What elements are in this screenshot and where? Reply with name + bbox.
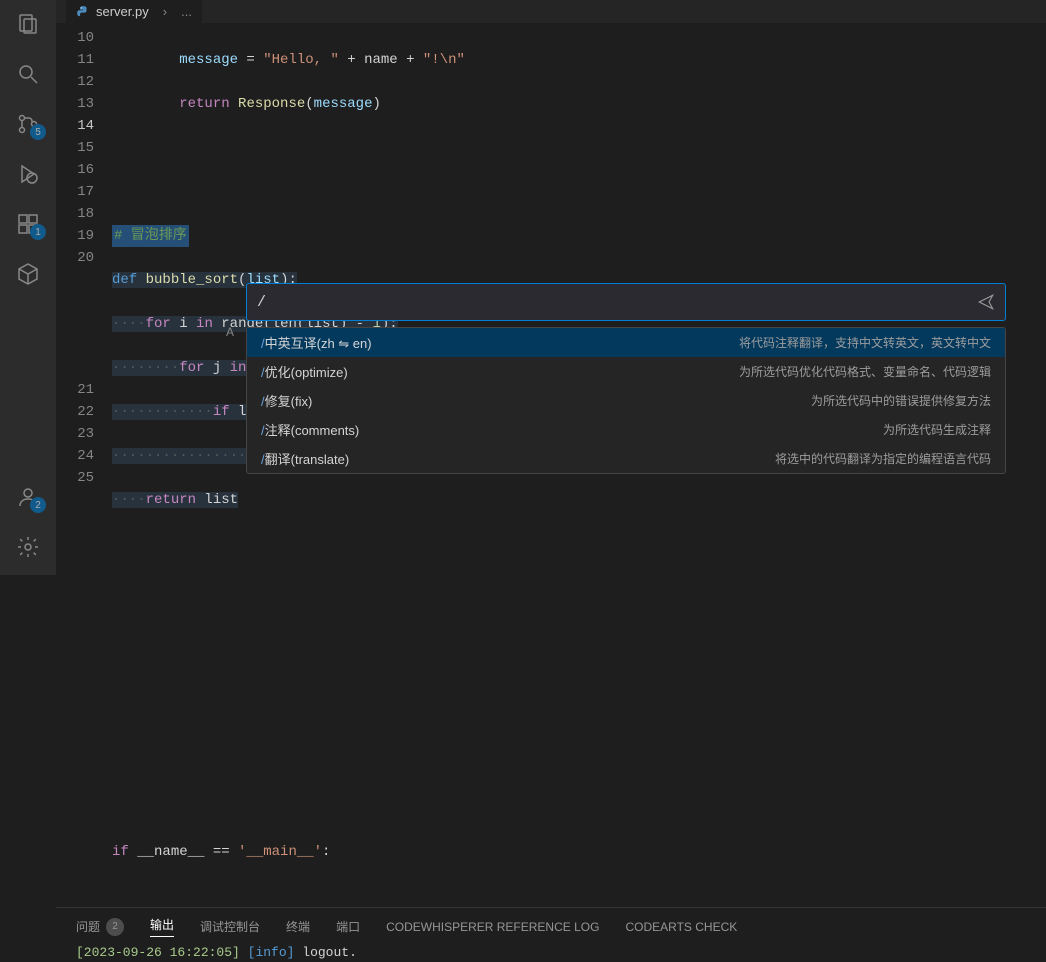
extensions-icon[interactable]: 1: [14, 210, 42, 238]
problems-count: 2: [106, 918, 124, 936]
tab-server-py[interactable]: server.py › ...: [66, 0, 202, 23]
prompt-value: /: [257, 294, 266, 311]
panel-tab-codewhisperer[interactable]: CODEWHISPERER REFERENCE LOG: [386, 916, 599, 937]
bottom-panel: 问题 2 输出 调试控制台 终端 端口 CODEWHISPERER REFERE…: [56, 907, 1046, 962]
ai-label: A: [226, 325, 234, 339]
source-control-icon[interactable]: 5: [14, 110, 42, 138]
main-area: server.py › ... 10 11 12 13 14 15 16 17 …: [56, 0, 1046, 575]
breadcrumb: ...: [181, 4, 192, 19]
explorer-icon[interactable]: [14, 10, 42, 38]
accounts-badge: 2: [30, 497, 46, 513]
scm-badge: 5: [30, 124, 46, 140]
send-icon[interactable]: [977, 293, 995, 311]
python-icon: [76, 5, 90, 19]
inline-chat: / A /中英互译(zh ⇋ en) 将代码注释翻译，支持中文转英文，英文转中文…: [246, 283, 1006, 474]
inline-prompt-input[interactable]: /: [246, 283, 1006, 321]
line-gutter: 10 11 12 13 14 15 16 17 18 19 20 21 22 2…: [56, 27, 112, 907]
suggestion-fix[interactable]: /修复(fix) 为所选代码中的错误提供修复方法: [247, 386, 1005, 415]
settings-icon[interactable]: [14, 533, 42, 561]
panel-tab-port[interactable]: 端口: [336, 916, 360, 937]
code-editor[interactable]: 10 11 12 13 14 15 16 17 18 19 20 21 22 2…: [56, 23, 1046, 907]
breadcrumb-separator: ›: [163, 4, 167, 19]
extensions-badge: 1: [30, 224, 46, 240]
panel-tab-problems[interactable]: 问题 2: [76, 916, 124, 937]
panel-tab-terminal[interactable]: 终端: [286, 916, 310, 937]
tab-filename: server.py: [96, 4, 149, 19]
activity-bar: 5 1 2: [0, 0, 56, 575]
log-line: [2023-09-26 16:22:05] [info] logout.: [56, 943, 1046, 962]
panel-tab-debug-console[interactable]: 调试控制台: [200, 916, 260, 937]
panel-tab-output[interactable]: 输出: [150, 916, 174, 937]
search-icon[interactable]: [14, 60, 42, 88]
prompt-textbox[interactable]: [266, 294, 977, 311]
run-debug-icon[interactable]: [14, 160, 42, 188]
tab-bar: server.py › ...: [56, 0, 1046, 23]
package-icon[interactable]: [14, 260, 42, 288]
suggestion-translate-zh-en[interactable]: /中英互译(zh ⇋ en) 将代码注释翻译，支持中文转英文，英文转中文: [247, 328, 1005, 357]
suggestion-translate-code[interactable]: /翻译(translate) 将选中的代码翻译为指定的编程语言代码: [247, 444, 1005, 473]
accounts-icon[interactable]: 2: [14, 483, 42, 511]
suggestion-comments[interactable]: /注释(comments) 为所选代码生成注释: [247, 415, 1005, 444]
suggestion-optimize[interactable]: /优化(optimize) 为所选代码优化代码格式、变量命名、代码逻辑: [247, 357, 1005, 386]
command-suggestions: /中英互译(zh ⇋ en) 将代码注释翻译，支持中文转英文，英文转中文 /优化…: [246, 327, 1006, 474]
panel-tab-codearts[interactable]: CODEARTS CHECK: [625, 916, 737, 937]
